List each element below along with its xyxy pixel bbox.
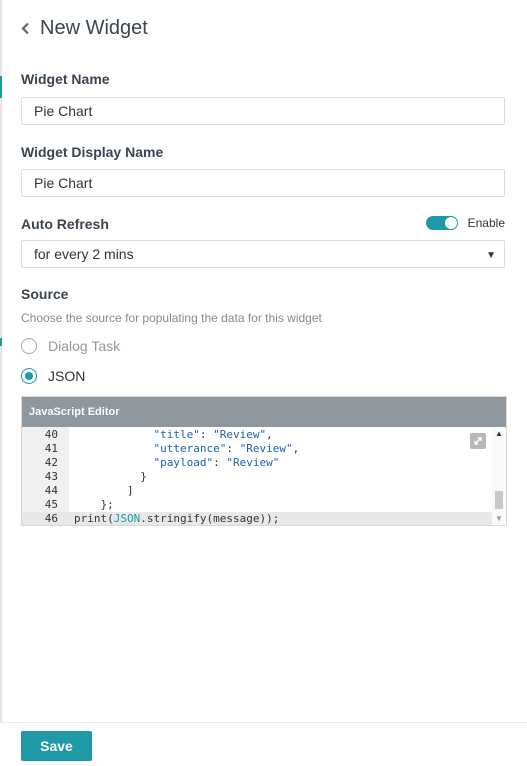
line-number: 44 (44, 484, 58, 497)
edge-indicator (0, 338, 2, 346)
auto-refresh-toggle-group: Enable (425, 216, 505, 230)
code-line: 43 } (22, 470, 494, 484)
code-area[interactable]: 40 "title": "Review", 41 "utterance": "R… (22, 427, 506, 525)
radio-label: Dialog Task (48, 338, 121, 354)
code-line: 42 "payload": "Review" (22, 456, 494, 470)
widget-display-name-input[interactable]: Pie Chart (21, 169, 505, 197)
line-number: 45 (44, 498, 58, 511)
chevron-left-icon[interactable] (21, 19, 35, 37)
code-text: "utterance": "Review", (153, 442, 300, 455)
toggle-enable-label: Enable (467, 216, 505, 230)
refresh-interval-select[interactable]: for every 2 mins ▼ (21, 240, 505, 268)
source-label: Source (21, 286, 69, 302)
editor-scrollbar[interactable]: ▲ ▼ (492, 427, 506, 525)
line-number: 42 (44, 456, 58, 469)
source-hint: Choose the source for populating the dat… (21, 311, 322, 325)
page-title: New Widget (40, 16, 148, 39)
code-line-active: 46 print(JSON.stringify(message)); (22, 512, 494, 525)
radio-button[interactable] (21, 368, 37, 384)
scroll-up-icon[interactable]: ▲ (495, 429, 503, 438)
line-number: 43 (44, 470, 58, 483)
code-line: 41 "utterance": "Review", (22, 442, 494, 456)
radio-label: JSON (48, 368, 86, 384)
radio-dot (25, 372, 33, 380)
code-text: } (74, 470, 147, 483)
refresh-interval-value: for every 2 mins (34, 246, 134, 262)
editor-header: JavaScript Editor (22, 397, 506, 427)
edge-indicator (0, 76, 2, 98)
code-text: ] (74, 484, 134, 497)
auto-refresh-toggle[interactable] (425, 216, 458, 230)
toggle-knob (444, 217, 457, 229)
source-option-json[interactable]: JSON (21, 368, 85, 384)
code-text: print(JSON.stringify(message)); (74, 512, 280, 525)
left-edge-bar (0, 0, 2, 765)
radio-button[interactable] (21, 338, 37, 354)
line-number: 41 (44, 442, 58, 455)
line-number: 40 (44, 428, 58, 441)
page-header: New Widget (21, 14, 148, 42)
save-button[interactable]: Save (21, 731, 92, 761)
code-line: 44 ] (22, 484, 494, 498)
auto-refresh-label: Auto Refresh (21, 216, 109, 232)
source-option-dialog-task[interactable]: Dialog Task (21, 338, 120, 354)
code-text: "title": "Review", (153, 428, 273, 441)
scroll-down-icon[interactable]: ▼ (495, 514, 503, 523)
code-line: 40 "title": "Review", (22, 428, 494, 442)
widget-name-label: Widget Name (21, 71, 110, 87)
code-text: }; (74, 498, 114, 511)
line-number: 46 (44, 512, 58, 525)
code-text: "payload": "Review" (153, 456, 280, 469)
widget-display-name-label: Widget Display Name (21, 144, 164, 160)
code-line: 45 }; (22, 498, 494, 512)
scroll-thumb[interactable] (495, 491, 503, 509)
expand-icon[interactable] (470, 433, 486, 449)
dropdown-arrow-icon: ▼ (486, 250, 496, 261)
widget-name-input[interactable]: Pie Chart (21, 97, 505, 125)
footer-bar: Save (0, 722, 527, 766)
javascript-editor: JavaScript Editor 40 "title": "Review", … (21, 396, 507, 526)
